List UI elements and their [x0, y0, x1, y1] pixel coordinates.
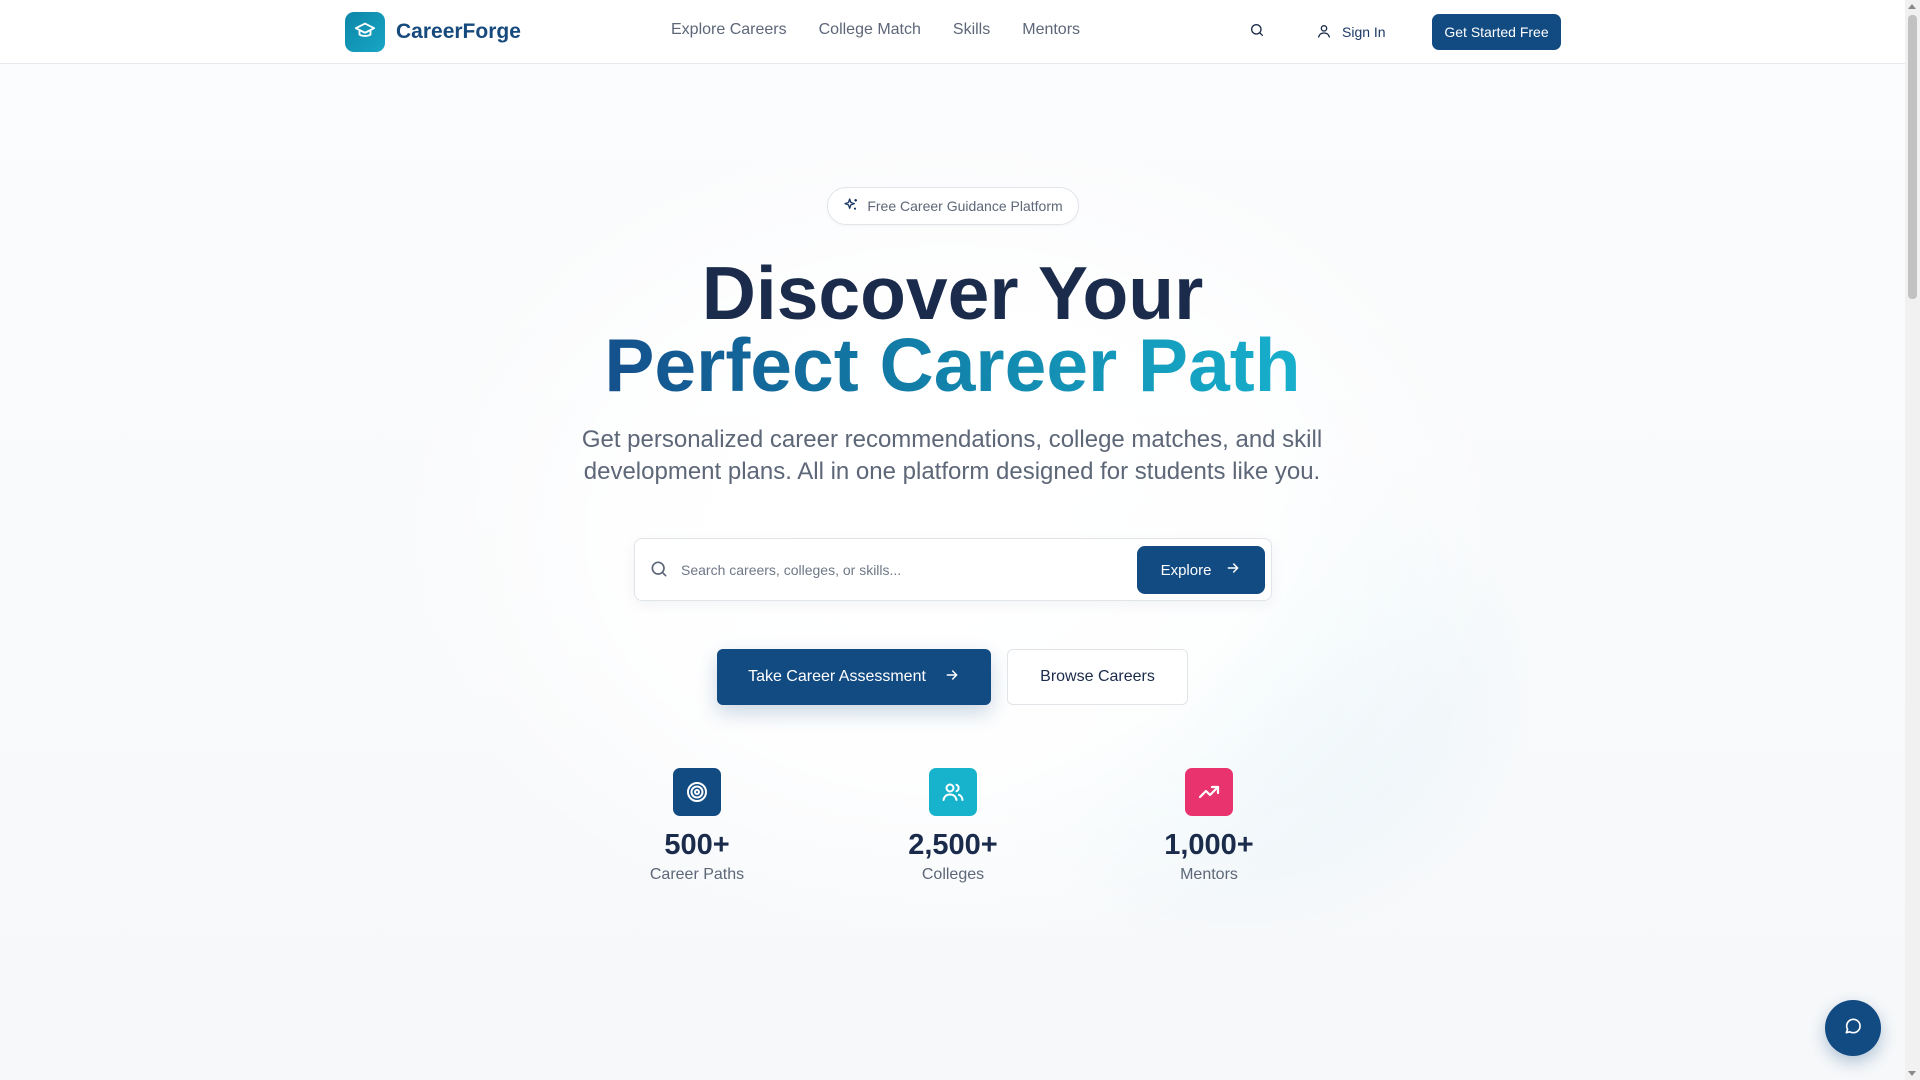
take-career-assessment-label: Take Career Assessment [748, 668, 926, 685]
user-icon [1316, 23, 1332, 42]
nav-item-mentors[interactable]: Mentors [1022, 21, 1080, 39]
arrow-right-icon [944, 667, 960, 688]
take-career-assessment-button[interactable]: Take Career Assessment [717, 649, 991, 705]
stat-career-paths: 500+ Career Paths [607, 768, 787, 884]
users-icon [929, 768, 977, 816]
stat-label: Mentors [1180, 866, 1238, 883]
stat-label: Career Paths [649, 866, 745, 883]
browse-careers-button[interactable]: Browse Careers [1007, 649, 1188, 705]
explore-label: Explore [1160, 561, 1212, 579]
sign-in-label: Sign In [1342, 24, 1386, 40]
scroll-up-arrow[interactable] [1908, 4, 1916, 9]
trending-up-icon [1185, 768, 1233, 816]
nav-item-college-match[interactable]: College Match [819, 21, 921, 39]
main-nav: Explore Careers College Match Skills Men… [671, 21, 1080, 39]
header-search-button[interactable] [1245, 20, 1269, 44]
hero-title-highlight: Perfect Career Path [604, 323, 1301, 407]
brand-name[interactable]: CareerForge [396, 20, 521, 44]
scroll-thumb[interactable] [1908, 15, 1917, 299]
sign-in-button[interactable]: Sign In [1316, 20, 1386, 44]
hero-title-line-2: Perfect Career Path [0, 328, 1905, 403]
stat-value: 500+ [664, 829, 730, 861]
chat-bubble-icon [1843, 1016, 1863, 1041]
graduation-cap-icon [354, 19, 376, 46]
stat-mentors: 1,000+ Mentors [1119, 768, 1299, 884]
explore-button[interactable]: Explore [1137, 546, 1265, 594]
platform-badge: Free Career Guidance Platform [827, 187, 1079, 225]
sparkles-icon [843, 197, 859, 216]
nav-item-skills[interactable]: Skills [953, 21, 990, 39]
top-navbar: CareerForge Explore Careers College Matc… [0, 0, 1905, 64]
logo[interactable] [345, 12, 385, 52]
nav-item-explore-careers[interactable]: Explore Careers [671, 21, 787, 39]
hero-search-bar: Explore [634, 538, 1272, 601]
hero-subtitle: Get personalized career recommendations,… [581, 426, 1323, 485]
stat-value: 1,000+ [1164, 829, 1254, 861]
page-scrollbar[interactable] [1905, 0, 1920, 1080]
stat-colleges: 2,500+ Colleges [863, 768, 1043, 884]
hero-search-input[interactable] [681, 557, 1111, 583]
chat-button[interactable] [1825, 1000, 1881, 1056]
arrow-right-icon [1225, 560, 1241, 580]
search-icon [649, 559, 669, 584]
scroll-down-arrow[interactable] [1908, 1071, 1916, 1076]
badge-label: Free Career Guidance Platform [867, 198, 1063, 214]
search-icon [1249, 22, 1265, 43]
target-icon [673, 768, 721, 816]
hero-title-line-1: Discover Your [701, 251, 1204, 335]
get-started-button[interactable]: Get Started Free [1432, 14, 1561, 50]
stat-label: Colleges [921, 866, 985, 883]
stat-value: 2,500+ [908, 829, 998, 861]
